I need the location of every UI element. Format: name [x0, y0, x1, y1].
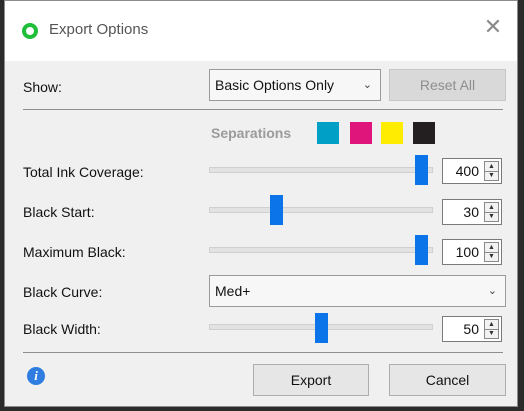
- decrement-icon[interactable]: ▼: [485, 329, 498, 338]
- black-start-label: Black Start:: [23, 204, 95, 220]
- total-ink-coverage-slider-thumb[interactable]: [415, 155, 429, 185]
- chevron-down-icon: ⌄: [487, 285, 497, 297]
- divider-bottom: [23, 352, 503, 353]
- export-options-dialog: Export Options ✕ Show: Basic Options Onl…: [4, 0, 518, 407]
- show-select[interactable]: Basic Options Only ⌄: [209, 69, 381, 101]
- black-width-value: 50: [463, 321, 479, 337]
- cyan-swatch: [317, 122, 339, 144]
- maximum-black-value: 100: [455, 244, 479, 260]
- black-start-spinbox[interactable]: 30 ▲ ▼: [442, 199, 502, 225]
- cancel-button[interactable]: Cancel: [389, 364, 506, 396]
- spinner-control[interactable]: ▲ ▼: [484, 319, 499, 339]
- spinner-control[interactable]: ▲ ▼: [484, 202, 499, 222]
- black-curve-select[interactable]: Med+ ⌄: [209, 275, 506, 307]
- decrement-icon[interactable]: ▼: [485, 212, 498, 221]
- title-bar: Export Options ✕: [5, 1, 517, 61]
- chevron-down-icon: ⌄: [362, 79, 372, 91]
- total-ink-coverage-slider-track[interactable]: [209, 167, 433, 173]
- magenta-swatch: [350, 122, 372, 144]
- black-curve-label: Black Curve:: [23, 284, 103, 300]
- spinner-control[interactable]: ▲ ▼: [484, 161, 499, 181]
- black-width-label: Black Width:: [23, 321, 101, 337]
- close-icon[interactable]: ✕: [481, 15, 505, 39]
- app-logo-icon: [22, 23, 38, 39]
- export-button[interactable]: Export: [253, 364, 369, 396]
- maximum-black-spinbox[interactable]: 100 ▲ ▼: [442, 239, 502, 265]
- black-start-slider-track[interactable]: [209, 207, 433, 213]
- separations-label: Separations: [211, 125, 292, 141]
- show-label: Show:: [23, 79, 62, 95]
- reset-all-button[interactable]: Reset All: [389, 69, 506, 101]
- yellow-swatch: [381, 122, 403, 144]
- black-width-spinbox[interactable]: 50 ▲ ▼: [442, 316, 502, 342]
- total-ink-coverage-spinbox[interactable]: 400 ▲ ▼: [442, 158, 502, 184]
- black-width-slider-thumb[interactable]: [314, 313, 328, 343]
- divider-top: [23, 109, 503, 110]
- info-icon[interactable]: i: [27, 367, 45, 385]
- maximum-black-label: Maximum Black:: [23, 244, 126, 260]
- spinner-control[interactable]: ▲ ▼: [484, 242, 499, 262]
- total-ink-coverage-label: Total Ink Coverage:: [23, 164, 144, 180]
- maximum-black-slider-track[interactable]: [209, 247, 433, 253]
- window-title: Export Options: [49, 21, 149, 38]
- show-select-value: Basic Options Only: [215, 77, 335, 93]
- black-curve-select-value: Med+: [215, 283, 251, 299]
- black-start-value: 30: [463, 204, 479, 220]
- black-swatch: [413, 122, 435, 144]
- black-start-slider-thumb[interactable]: [269, 195, 283, 225]
- total-ink-coverage-value: 400: [455, 163, 479, 179]
- decrement-icon[interactable]: ▼: [485, 252, 498, 261]
- decrement-icon[interactable]: ▼: [485, 171, 498, 180]
- maximum-black-slider-thumb[interactable]: [415, 235, 429, 265]
